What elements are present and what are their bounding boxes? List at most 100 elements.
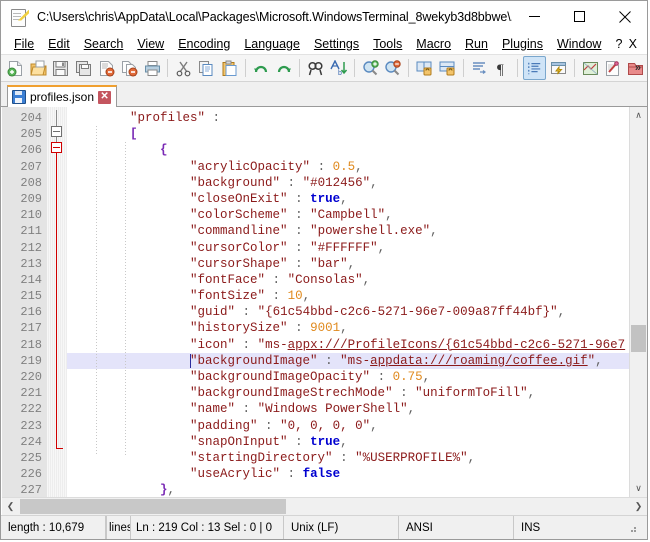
vertical-scrollbar[interactable]: ∧ ∨ bbox=[629, 107, 647, 497]
code-line[interactable]: [ bbox=[67, 126, 629, 142]
fold-line-outer bbox=[56, 153, 57, 458]
code-line[interactable]: "snapOnInput" : true, bbox=[67, 434, 629, 450]
menu-edit[interactable]: Edit bbox=[41, 35, 77, 53]
code-line[interactable]: "fontFace" : "Consolas", bbox=[67, 272, 629, 288]
scroll-down-button[interactable]: ∨ bbox=[630, 480, 647, 497]
vertical-scroll-thumb[interactable] bbox=[631, 325, 646, 352]
menu-encoding[interactable]: Encoding bbox=[171, 35, 237, 53]
code-line[interactable]: "historySize" : 9001, bbox=[67, 320, 629, 336]
close-file-icon[interactable] bbox=[96, 57, 117, 79]
horizontal-scroll-thumb[interactable] bbox=[20, 499, 286, 514]
code-line[interactable]: "backgroundImage" : "ms-appdata:///roami… bbox=[67, 353, 629, 369]
code-line[interactable]: "cursorColor" : "#FFFFFF", bbox=[67, 240, 629, 256]
menu-run[interactable]: Run bbox=[458, 35, 495, 53]
code-line[interactable]: "closeOnExit" : true, bbox=[67, 191, 629, 207]
code-line[interactable]: "colorScheme" : "Campbell", bbox=[67, 207, 629, 223]
status-encoding: ANSI bbox=[399, 516, 514, 539]
tab-bar: profiles.json ✕ bbox=[1, 82, 647, 107]
sync-horizontal-scroll-icon[interactable] bbox=[437, 57, 458, 79]
menu-file[interactable]: File bbox=[7, 35, 41, 53]
word-wrap-icon[interactable] bbox=[469, 57, 490, 79]
code-token: "Consolas" bbox=[288, 273, 363, 287]
code-line[interactable]: "backgroundImageStrechMode" : "uniformTo… bbox=[67, 385, 629, 401]
menu-tools-label: Tools bbox=[373, 37, 402, 51]
code-line[interactable]: "commandline" : "powershell.exe", bbox=[67, 223, 629, 239]
code-token: "name" bbox=[190, 402, 235, 416]
print-icon[interactable] bbox=[142, 57, 163, 79]
code-token: : bbox=[280, 176, 303, 190]
copy-icon[interactable] bbox=[196, 57, 217, 79]
menu-search[interactable]: Search bbox=[77, 35, 131, 53]
zoom-out-icon[interactable] bbox=[382, 57, 403, 79]
code-line[interactable]: "fontSize" : 10, bbox=[67, 288, 629, 304]
menu-tools[interactable]: Tools bbox=[366, 35, 409, 53]
new-file-icon[interactable] bbox=[5, 57, 26, 79]
document-map-icon[interactable] bbox=[580, 57, 601, 79]
code-line[interactable]: }, bbox=[67, 482, 629, 497]
menu-plugins[interactable]: Plugins bbox=[495, 35, 550, 53]
menu-window[interactable]: Window bbox=[550, 35, 608, 53]
fold-margin[interactable] bbox=[47, 107, 67, 497]
paste-icon[interactable] bbox=[219, 57, 240, 79]
replace-icon[interactable]: b bbox=[328, 57, 349, 79]
code-token: appdata:///roaming/coffee.gif bbox=[370, 354, 588, 368]
code-line[interactable]: "name" : "Windows PowerShell", bbox=[67, 401, 629, 417]
code-line[interactable]: "icon" : "ms-appx:///ProfileIcons/{61c54… bbox=[67, 337, 629, 353]
menu-language-label: Language bbox=[244, 37, 300, 51]
close-all-files-icon[interactable] bbox=[119, 57, 140, 79]
resize-grip-icon[interactable] bbox=[627, 523, 637, 533]
code-line[interactable]: "startingDirectory" : "%USERPROFILE%", bbox=[67, 450, 629, 466]
line-number: 222 bbox=[2, 401, 46, 417]
code-line[interactable]: "useAcrylic" : false bbox=[67, 466, 629, 482]
menu-view[interactable]: View bbox=[130, 35, 171, 53]
menu-macro[interactable]: Macro bbox=[409, 35, 458, 53]
cut-icon[interactable] bbox=[173, 57, 194, 79]
menu-settings[interactable]: Settings bbox=[307, 35, 366, 53]
code-token: : bbox=[288, 435, 311, 449]
close-document-button[interactable]: X bbox=[629, 37, 637, 51]
fold-toggle-205[interactable] bbox=[51, 126, 62, 137]
redo-icon[interactable] bbox=[273, 57, 294, 79]
code-line[interactable]: "profiles" : bbox=[67, 110, 629, 126]
code-line[interactable]: "background" : "#012456", bbox=[67, 175, 629, 191]
fold-toggle-206[interactable] bbox=[51, 142, 62, 153]
tab-profiles-json[interactable]: profiles.json ✕ bbox=[7, 85, 117, 107]
code-token: , bbox=[430, 224, 438, 238]
code-token: "startingDirectory" bbox=[190, 451, 333, 465]
code-token: "acrylicOpacity" bbox=[190, 160, 310, 174]
scroll-left-button[interactable]: ❮ bbox=[2, 498, 19, 515]
code-content[interactable]: "profiles" : [ { "acrylicOpacity" : 0.5,… bbox=[67, 107, 629, 497]
indent-guide-icon[interactable] bbox=[523, 56, 546, 80]
menu-help[interactable]: ? bbox=[608, 35, 629, 53]
save-all-icon[interactable] bbox=[73, 57, 94, 79]
toolbar-overflow-button[interactable]: » bbox=[635, 62, 641, 74]
scroll-right-button[interactable]: ❯ bbox=[630, 498, 647, 515]
open-file-icon[interactable] bbox=[28, 57, 49, 79]
code-line[interactable]: "padding" : "0, 0, 0, 0", bbox=[67, 418, 629, 434]
user-defined-dialog-icon[interactable] bbox=[548, 57, 569, 79]
close-button[interactable] bbox=[602, 1, 647, 32]
tab-close-icon[interactable]: ✕ bbox=[98, 91, 111, 104]
minimize-button[interactable] bbox=[512, 1, 557, 32]
code-line[interactable]: "cursorShape" : "bar", bbox=[67, 256, 629, 272]
code-line[interactable]: "acrylicOpacity" : 0.5, bbox=[67, 159, 629, 175]
horizontal-scrollbar[interactable]: ❮ ❯ bbox=[2, 497, 647, 515]
function-list-icon[interactable] bbox=[602, 57, 623, 79]
code-token: , bbox=[168, 483, 176, 497]
save-icon[interactable] bbox=[51, 57, 72, 79]
toolbar-separator bbox=[354, 59, 355, 77]
status-insert-mode-value: INS bbox=[521, 522, 540, 534]
scroll-up-button[interactable]: ∧ bbox=[630, 107, 647, 124]
code-line[interactable]: "guid" : "{61c54bbd-c2c6-5271-96e7-009a8… bbox=[67, 304, 629, 320]
undo-icon[interactable] bbox=[251, 57, 272, 79]
line-number: 208 bbox=[2, 175, 46, 191]
sync-vertical-scroll-icon[interactable] bbox=[414, 57, 435, 79]
menu-language[interactable]: Language bbox=[237, 35, 307, 53]
show-all-chars-icon[interactable]: ¶ bbox=[491, 57, 512, 79]
code-token: : bbox=[265, 273, 288, 287]
code-line[interactable]: "backgroundImageOpacity" : 0.75, bbox=[67, 369, 629, 385]
find-icon[interactable] bbox=[305, 57, 326, 79]
zoom-in-icon[interactable] bbox=[360, 57, 381, 79]
maximize-button[interactable] bbox=[557, 1, 602, 32]
code-line[interactable]: { bbox=[67, 142, 629, 158]
